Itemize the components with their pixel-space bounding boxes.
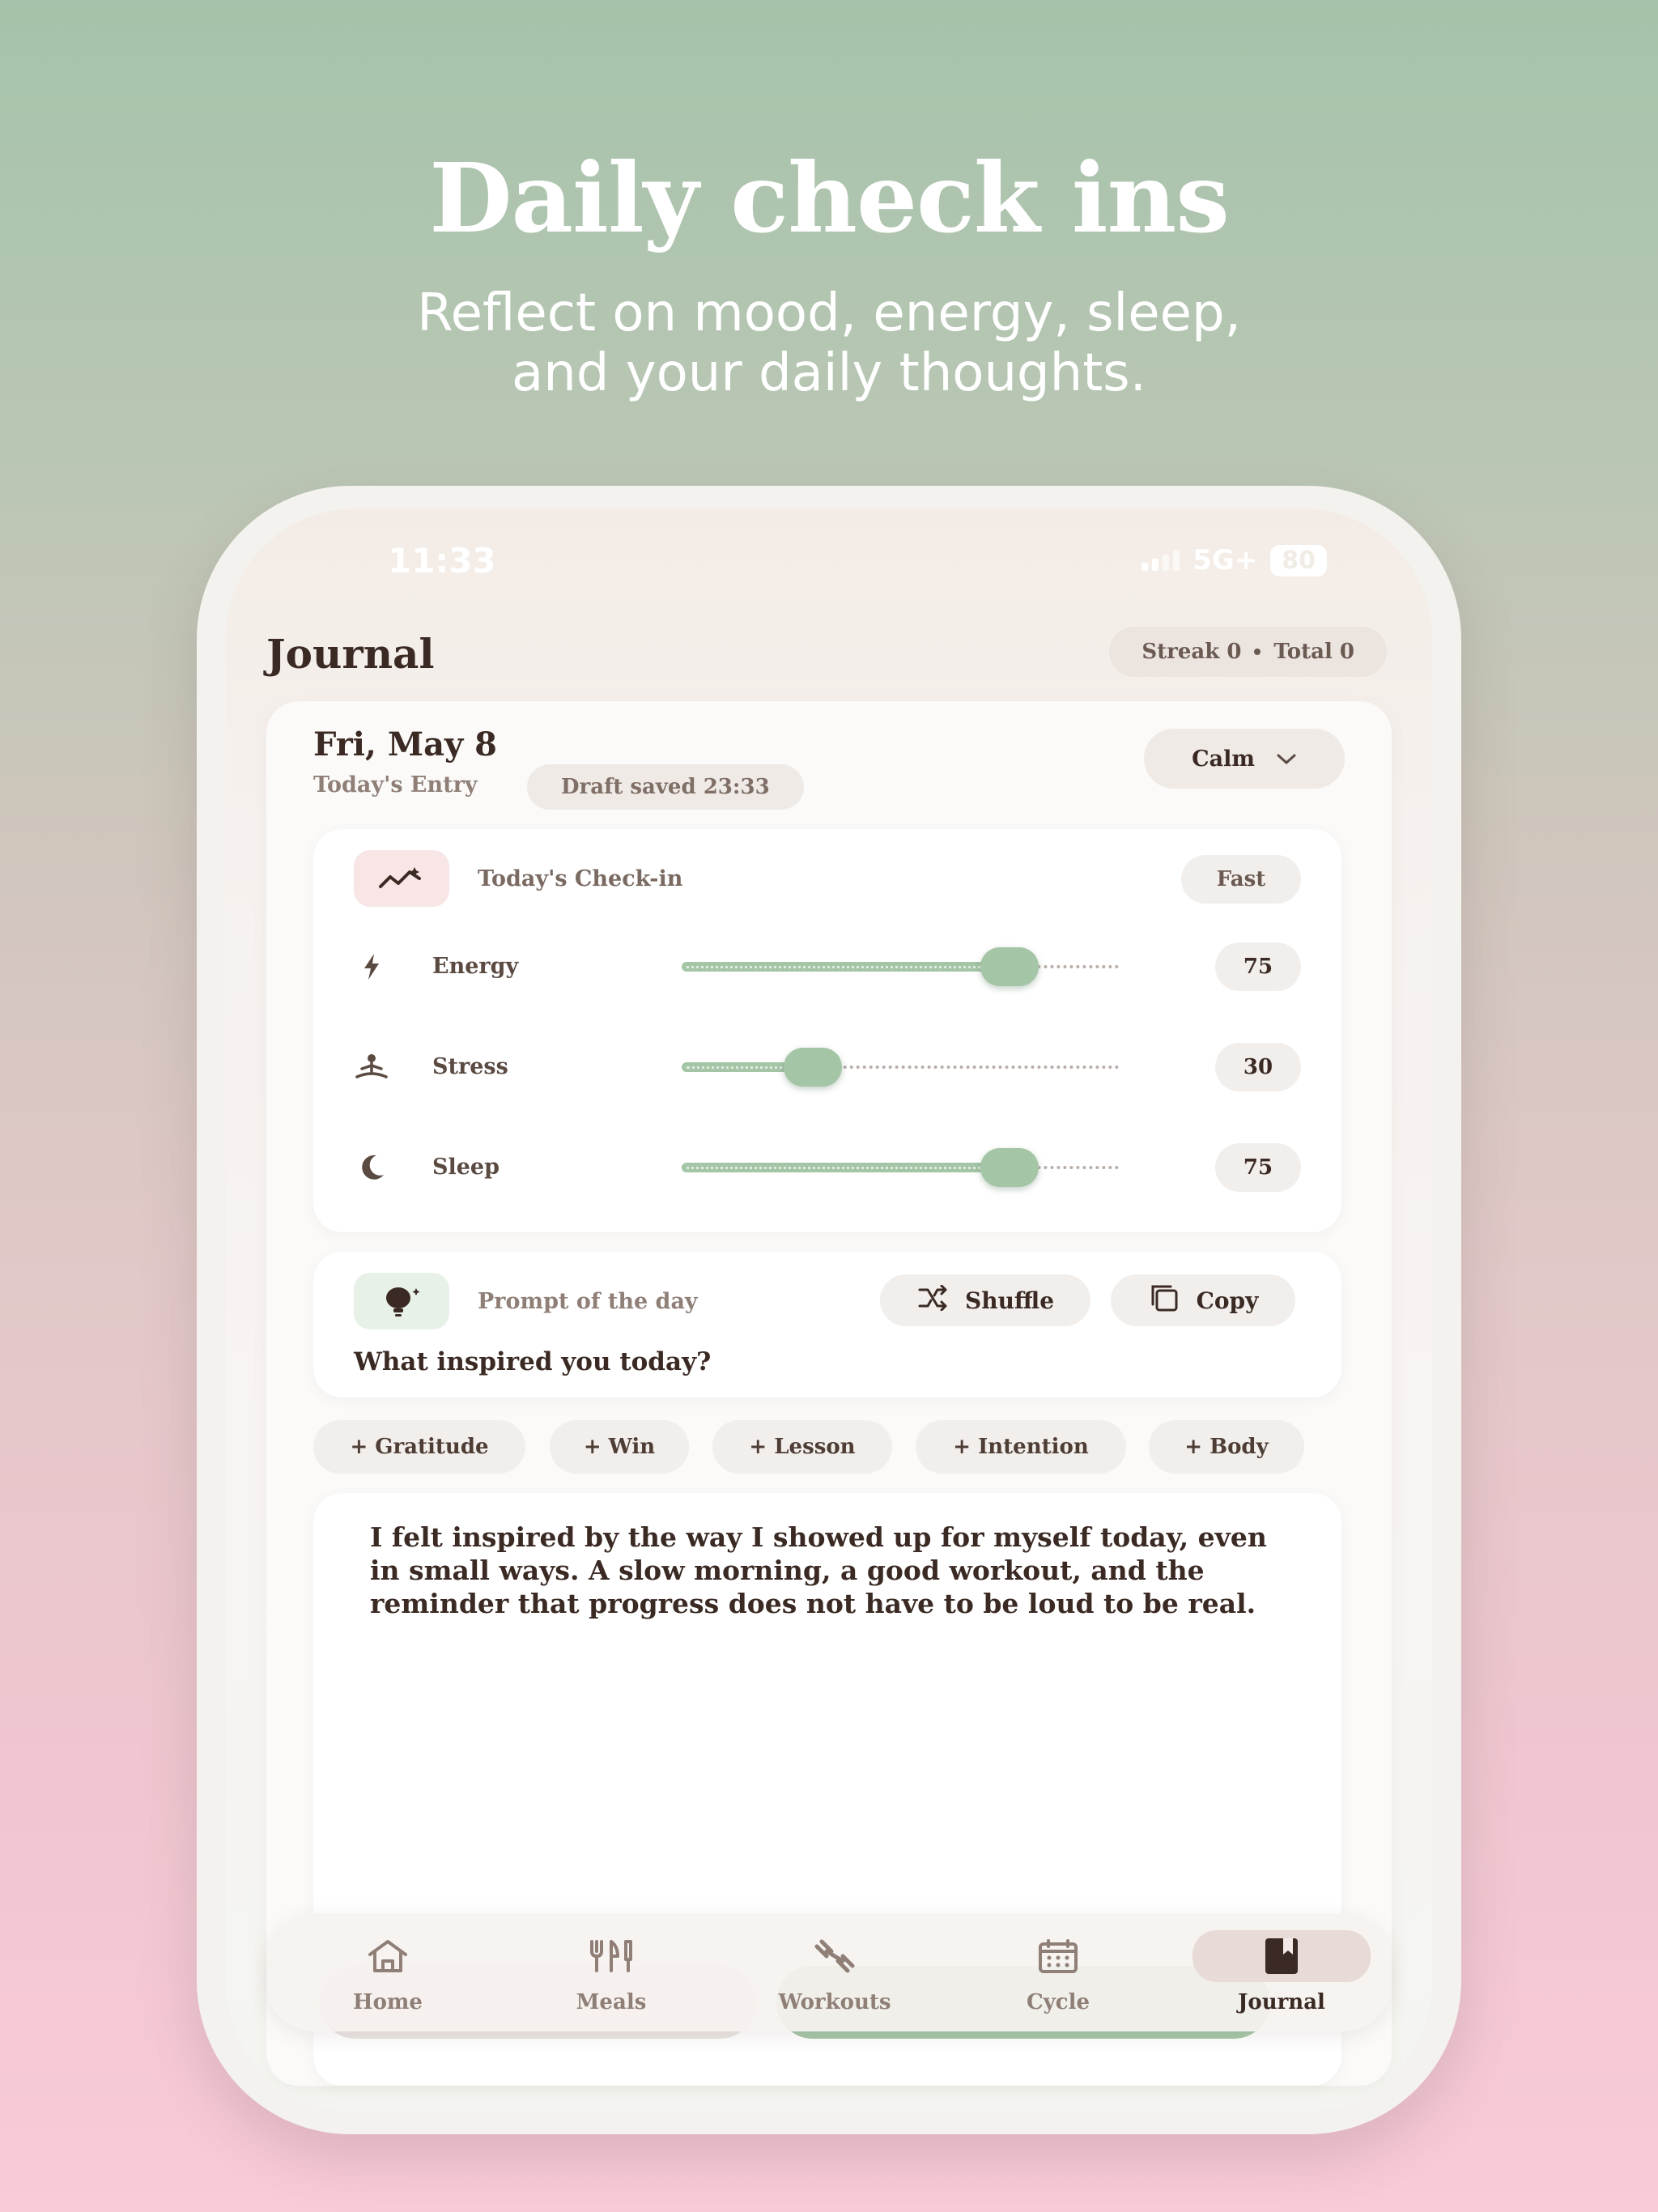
- stress-row: Stress 30: [313, 1033, 1341, 1098]
- streak-count: Streak 0: [1141, 640, 1242, 664]
- lightbulb-icon: [354, 1273, 449, 1329]
- tab-bar: Home Meals Workouts Cycle Journal: [266, 1913, 1392, 2031]
- calendar-icon: [1034, 1936, 1082, 1976]
- tab-home-label: Home: [353, 1990, 423, 2014]
- shuffle-label: Shuffle: [964, 1287, 1055, 1314]
- page-title: Journal: [266, 630, 435, 678]
- hero-subtitle-line2: and your daily thoughts.: [512, 343, 1146, 403]
- energy-value: 75: [1215, 942, 1301, 991]
- sleep-slider-thumb[interactable]: [980, 1148, 1039, 1187]
- dumbbell-icon: [810, 1936, 859, 1976]
- tab-workouts[interactable]: Workouts: [738, 1913, 932, 2031]
- total-count: Total 0: [1273, 640, 1354, 664]
- network-label: 5G+: [1192, 544, 1258, 576]
- tab-cycle[interactable]: Cycle: [961, 1913, 1155, 2031]
- hero-subtitle: Reflect on mood, energy, sleep, and your…: [0, 283, 1658, 403]
- sleep-label: Sleep: [432, 1155, 500, 1180]
- shuffle-icon: [916, 1284, 949, 1317]
- journal-text[interactable]: I felt inspired by the way I showed up f…: [370, 1521, 1285, 1620]
- home-icon: [363, 1936, 412, 1976]
- chip-gratitude[interactable]: + Gratitude: [313, 1420, 525, 1474]
- entry-card: Fri, May 8 Today's Entry Draft saved 23:…: [266, 701, 1392, 2086]
- utensils-icon: [587, 1936, 636, 1976]
- trend-sparkle-icon: [354, 850, 449, 907]
- copy-button[interactable]: Copy: [1111, 1274, 1295, 1326]
- prompt-question: What inspired you today?: [354, 1347, 712, 1376]
- tab-meals[interactable]: Meals: [514, 1913, 708, 2031]
- checkin-title: Today's Check-in: [478, 866, 683, 891]
- prompt-label: Prompt of the day: [478, 1289, 698, 1314]
- separator-dot: [1254, 649, 1261, 655]
- streak-badge: Streak 0 Total 0: [1109, 627, 1387, 677]
- draft-status-badge: Draft saved 23:33: [527, 764, 804, 810]
- sleep-fill: [682, 1163, 1010, 1172]
- tab-cycle-label: Cycle: [1026, 1990, 1090, 2014]
- energy-row: Energy 75: [313, 933, 1341, 998]
- moon-icon: [354, 1150, 389, 1185]
- checkin-card: Today's Check-in Fast Energy 75 Stress 3…: [313, 829, 1341, 1232]
- phone-frame: 11:33 5G+ 80 Journal Streak 0 Total 0 Fr…: [197, 486, 1461, 2134]
- tab-journal[interactable]: Journal: [1184, 1913, 1379, 2031]
- signal-icon: [1141, 550, 1180, 571]
- entry-label: Today's Entry: [313, 772, 478, 798]
- hero-title: Daily check ins: [429, 142, 1230, 254]
- tab-meals-label: Meals: [576, 1990, 647, 2014]
- entry-date: Fri, May 8: [313, 725, 498, 764]
- chip-lesson[interactable]: + Lesson: [712, 1420, 892, 1474]
- chip-intention[interactable]: + Intention: [916, 1420, 1126, 1474]
- chip-body[interactable]: + Body: [1149, 1420, 1304, 1474]
- tab-journal-label: Journal: [1238, 1990, 1325, 2014]
- sleep-row: Sleep 75: [313, 1134, 1341, 1198]
- sleep-value: 75: [1215, 1143, 1301, 1192]
- phone-screen: 11:33 5G+ 80 Journal Streak 0 Total 0 Fr…: [226, 508, 1432, 2112]
- status-indicators: 5G+ 80: [1141, 544, 1327, 576]
- lightning-icon: [354, 949, 389, 985]
- quick-insert-chips: + Gratitude + Win + Lesson + Intention +…: [313, 1420, 1341, 1474]
- tab-workouts-label: Workouts: [778, 1990, 891, 2014]
- stress-slider-thumb[interactable]: [784, 1048, 842, 1087]
- shuffle-button[interactable]: Shuffle: [880, 1274, 1090, 1326]
- copy-icon: [1148, 1282, 1180, 1320]
- prompt-card: Prompt of the day Shuffle Copy What insp…: [313, 1252, 1341, 1397]
- copy-label: Copy: [1196, 1287, 1259, 1314]
- hero-subtitle-line1: Reflect on mood, energy, sleep,: [417, 283, 1241, 343]
- book-icon: [1257, 1936, 1306, 1976]
- stress-label: Stress: [432, 1054, 508, 1079]
- energy-fill: [682, 962, 1010, 972]
- meditation-icon: [354, 1049, 389, 1085]
- battery-indicator: 80: [1270, 544, 1327, 576]
- checkin-mode-toggle[interactable]: Fast: [1181, 855, 1301, 904]
- chevron-down-icon: [1276, 747, 1297, 772]
- tab-home[interactable]: Home: [291, 1913, 485, 2031]
- stress-value: 30: [1215, 1043, 1301, 1091]
- energy-slider-thumb[interactable]: [980, 947, 1039, 986]
- status-time: 11:33: [388, 541, 496, 581]
- mood-value: Calm: [1192, 746, 1255, 772]
- chip-win[interactable]: + Win: [550, 1420, 689, 1474]
- mood-dropdown[interactable]: Calm: [1144, 729, 1345, 789]
- energy-label: Energy: [432, 954, 519, 979]
